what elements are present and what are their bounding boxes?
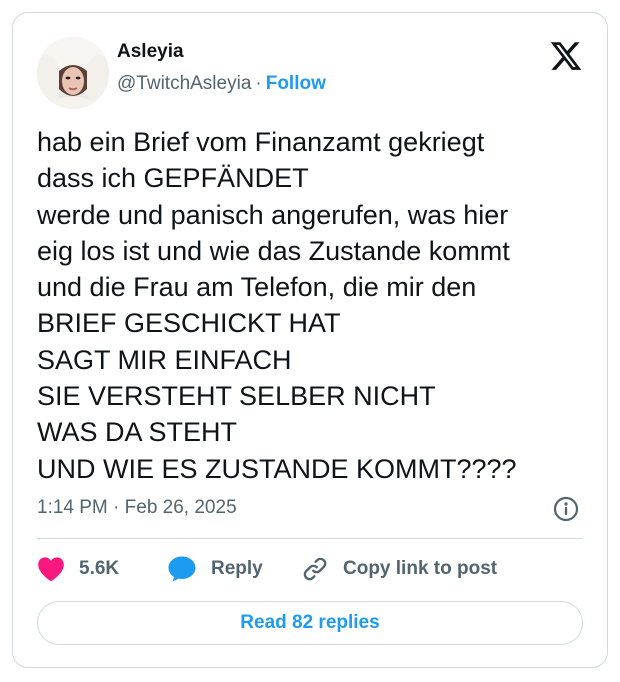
tweet-line: WAS DA STEHT [37, 417, 238, 448]
reply-button[interactable]: Reply [167, 555, 301, 583]
divider [37, 538, 583, 539]
link-icon [301, 555, 329, 583]
tweet-time: 1:14 PM [37, 497, 108, 518]
reply-label: Reply [211, 558, 263, 579]
tweet-line: eig los ist und wie das Zustande kommt [37, 235, 510, 266]
tweet-line: SAGT MIR EINFACH [37, 344, 292, 375]
tweet-date: Feb 26, 2025 [124, 497, 237, 518]
timestamp-separator: · [113, 497, 120, 518]
author-display-name[interactable]: Asleyia [117, 41, 184, 63]
read-replies-button[interactable]: Read 82 replies [37, 601, 583, 645]
tweet-card: Asleyia @TwitchAsleyia · Follow hab ein Br… [12, 12, 608, 668]
tweet-text: hab ein Brief vom Finanzamt gekriegt das… [37, 124, 587, 487]
tweet-line: werde und panisch angerufen, was hier [37, 199, 509, 230]
author-handle[interactable]: @TwitchAsleyia [117, 73, 251, 94]
like-count: 5.6K [79, 558, 120, 579]
tweet-line: und die Frau am Telefon, die mir den [37, 272, 477, 303]
speech-bubble-icon [167, 555, 197, 583]
tweet-line: hab ein Brief vom Finanzamt gekriegt [37, 127, 485, 157]
tweet-line: BRIEF GESCHICKT HAT [37, 308, 341, 339]
avatar-image [37, 37, 109, 109]
heart-icon [37, 556, 65, 582]
tweet-line: UND WIE ES ZUSTANDE KOMMT???? [37, 453, 517, 484]
action-bar: 5.6K Reply Copy link to post [37, 554, 497, 584]
tweet-timestamp[interactable]: 1:14 PM · Feb 26, 2025 [37, 497, 237, 519]
tweet-line: dass ich GEPFÄNDET [37, 163, 309, 194]
like-button[interactable]: 5.6K [37, 556, 167, 582]
tweet-line: SIE VERSTEHT SELBER NICHT [37, 381, 436, 412]
handle-separator: · [255, 73, 262, 94]
follow-link[interactable]: Follow [266, 73, 326, 94]
info-icon[interactable] [553, 496, 579, 522]
copy-link-button[interactable]: Copy link to post [301, 555, 497, 583]
author-handle-row: @TwitchAsleyia · Follow [117, 73, 326, 95]
avatar[interactable] [37, 37, 109, 109]
x-logo-icon[interactable] [549, 39, 583, 73]
copy-link-label: Copy link to post [343, 558, 498, 579]
